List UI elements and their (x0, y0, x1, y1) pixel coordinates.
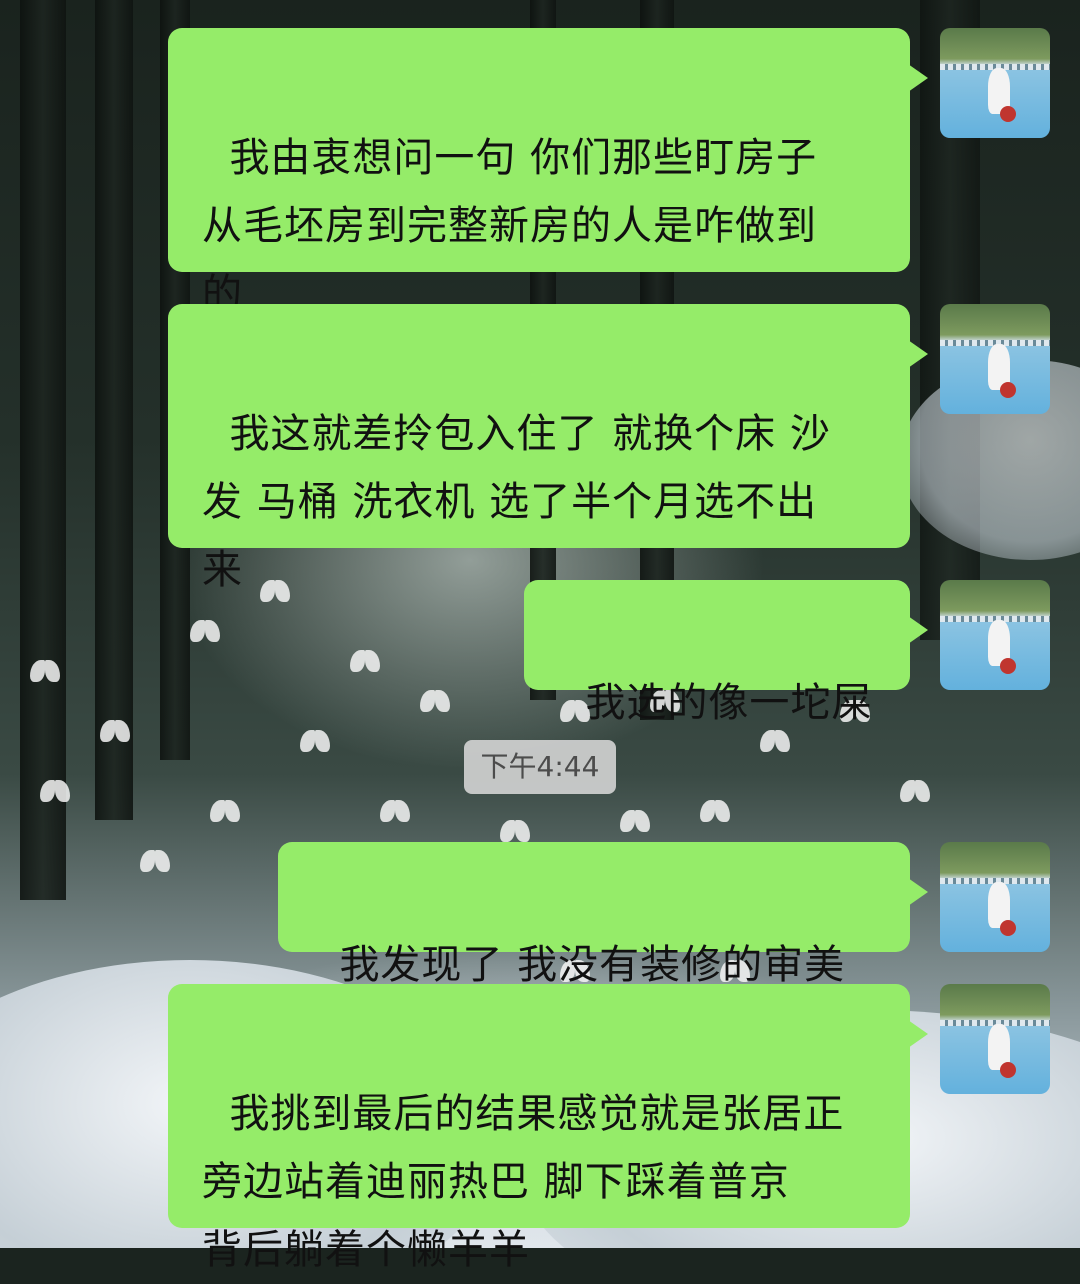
butterfly (140, 850, 170, 872)
butterfly (190, 620, 220, 642)
butterfly (210, 800, 240, 822)
butterfly (500, 820, 530, 842)
butterfly (350, 650, 380, 672)
message-bubble[interactable]: 我由衷想问一句 你们那些盯房子 从毛坯房到完整新房的人是咋做到 的 (168, 28, 928, 317)
user-avatar[interactable] (940, 984, 1050, 1094)
message-text: 我发现了 我没有装修的审美 (339, 942, 846, 988)
message-text: 我选的像一坨屎 (585, 680, 873, 726)
butterfly (30, 660, 60, 682)
message-bubble[interactable]: 我选的像一坨屎 (524, 580, 928, 726)
user-avatar[interactable] (940, 842, 1050, 952)
user-avatar[interactable] (940, 28, 1050, 138)
message-bubble[interactable]: 我挑到最后的结果感觉就是张居正 旁边站着迪丽热巴 脚下踩着普京 背后躺着个懒羊羊 (168, 984, 928, 1273)
butterfly (260, 580, 290, 602)
butterfly (420, 690, 450, 712)
butterfly (300, 730, 330, 752)
butterfly (900, 780, 930, 802)
user-avatar[interactable] (940, 304, 1050, 414)
butterfly (100, 720, 130, 742)
background-tree (95, 0, 133, 820)
butterfly (700, 800, 730, 822)
butterfly (40, 780, 70, 802)
message-timestamp: 下午4:44 (464, 740, 616, 794)
background-tree (20, 0, 66, 900)
message-bubble[interactable]: 我这就差拎包入住了 就换个床 沙 发 马桶 洗衣机 选了半个月选不出 来 (168, 304, 928, 593)
butterfly (620, 810, 650, 832)
message-bubble[interactable]: 我发现了 我没有装修的审美 (278, 842, 928, 988)
user-avatar[interactable] (940, 580, 1050, 690)
butterfly (380, 800, 410, 822)
